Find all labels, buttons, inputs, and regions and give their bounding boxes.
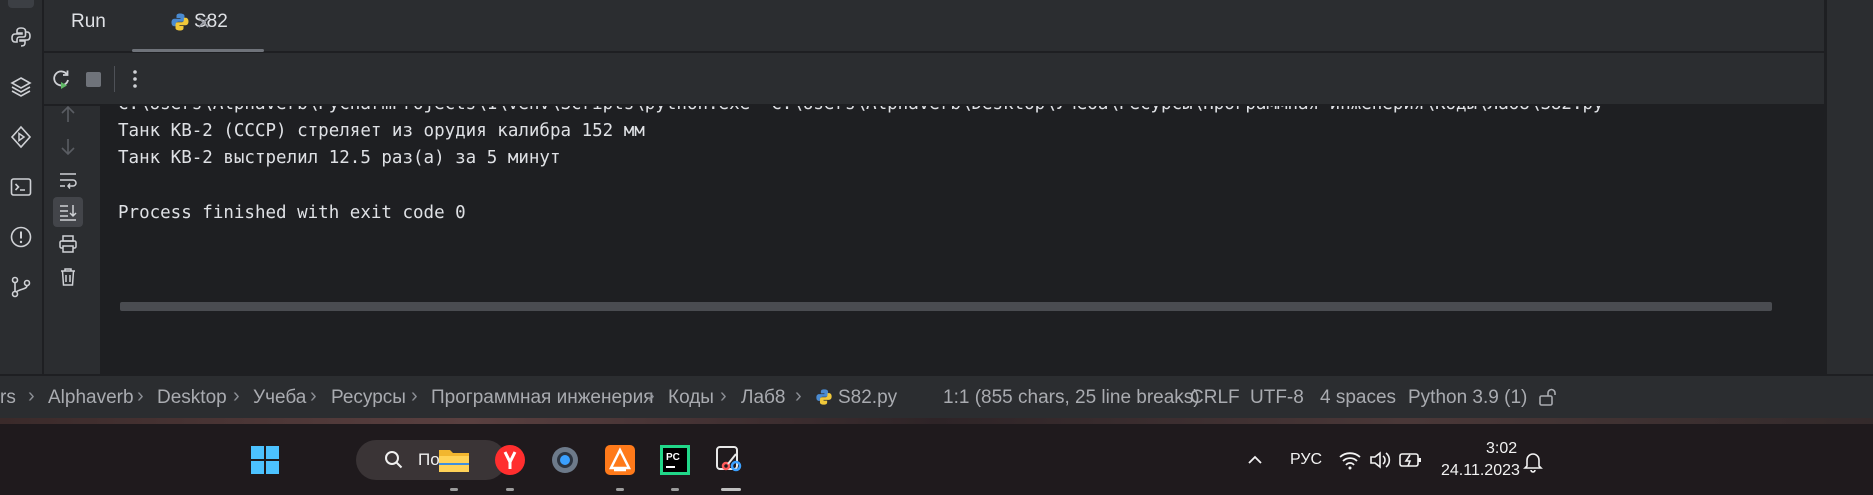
breadcrumb-item[interactable]: Ресурсы (331, 387, 406, 409)
pycharm-icon[interactable]: PC (655, 440, 695, 480)
python-interpreter[interactable]: Python 3.9 (1) (1408, 387, 1527, 409)
yandex-browser-icon[interactable] (490, 440, 530, 480)
clear-icon[interactable] (53, 262, 83, 292)
breadcrumb-item[interactable]: Программная инженерия (431, 387, 654, 409)
chevron-up-icon[interactable] (1245, 450, 1265, 475)
chevron-right-icon: › (310, 385, 317, 407)
strip-top-button[interactable] (8, 0, 34, 8)
run-toolbar (44, 53, 1824, 105)
run-panel-header: Run S82 ✕ (44, 0, 1824, 52)
chevron-right-icon: › (720, 385, 727, 407)
taskbar-search[interactable]: Поиск (356, 440, 506, 480)
volume-icon[interactable] (1368, 449, 1392, 476)
more-icon[interactable] (120, 64, 150, 94)
chevron-right-icon: › (795, 385, 802, 407)
active-indicator (721, 488, 741, 491)
run-panel-title[interactable]: Run (71, 11, 106, 33)
console-line-exit: Process finished with exit code 0 (118, 203, 466, 223)
start-icon[interactable] (245, 440, 285, 480)
right-tool-strip (1826, 0, 1873, 374)
rerun-icon[interactable] (46, 64, 76, 94)
svg-text:PC: PC (666, 452, 680, 463)
breadcrumb-item[interactable]: Лаб8 (741, 387, 786, 409)
terminal-icon[interactable] (6, 172, 36, 202)
indent-setting[interactable]: 4 spaces (1320, 387, 1396, 409)
running-indicator (671, 488, 679, 491)
running-indicator (506, 488, 514, 491)
close-tab-icon[interactable]: ✕ (196, 13, 211, 34)
toolbar-separator (114, 66, 115, 92)
breadcrumb-item[interactable]: rs (0, 387, 16, 409)
battery-charging-icon[interactable] (1398, 449, 1424, 476)
lock-icon[interactable] (1537, 387, 1557, 413)
console-line-command: C:\Users\Alphaverb\PycharmProjects\1\ven… (118, 106, 1614, 114)
breadcrumb-item[interactable]: Учеба (253, 387, 306, 409)
clock-time[interactable]: 3:02 (1486, 440, 1517, 458)
scroll-up-icon[interactable] (53, 99, 83, 129)
chevron-right-icon: › (411, 385, 418, 407)
tab-active-indicator (132, 49, 264, 52)
horizontal-scrollbar[interactable] (120, 302, 1772, 311)
desktop-wallpaper-strip (0, 418, 1873, 424)
app-warning-icon[interactable] (600, 440, 640, 480)
search-icon (384, 450, 404, 475)
keyboard-language[interactable]: РУС (1290, 451, 1322, 469)
python-file-icon (815, 388, 833, 412)
python-file-icon (170, 12, 190, 37)
soft-wrap-icon[interactable] (53, 165, 83, 195)
console-line-output-1: Танк КВ-2 (СССР) стреляет из орудия кали… (118, 121, 645, 141)
running-indicator (616, 488, 624, 491)
python-packages-icon[interactable] (6, 22, 36, 52)
problems-icon[interactable] (6, 222, 36, 252)
console-output[interactable]: C:\Users\Alphaverb\PycharmProjects\1\ven… (100, 106, 1826, 374)
console-gutter (44, 105, 100, 374)
snipping-tool-icon[interactable] (710, 440, 750, 480)
scroll-to-end-icon[interactable] (53, 197, 83, 227)
git-icon[interactable] (6, 272, 36, 302)
layers-icon[interactable] (6, 72, 36, 102)
left-tool-strip (0, 0, 43, 374)
chevron-right-icon: › (648, 385, 655, 407)
file-encoding[interactable]: UTF-8 (1250, 387, 1304, 409)
status-bar: rs › Alphaverb › Desktop › Учеба › Ресур… (0, 375, 1873, 418)
console-line-output-2: Танк КВ-2 выстрелил 12.5 раз(а) за 5 мин… (118, 148, 561, 168)
breadcrumb-item[interactable]: Desktop (157, 387, 227, 409)
wifi-icon[interactable] (1338, 449, 1362, 476)
running-indicator (450, 488, 458, 491)
chevron-right-icon: › (28, 385, 35, 407)
services-icon[interactable] (6, 122, 36, 152)
breadcrumb-item[interactable]: S82.py (838, 387, 897, 409)
ide-window: Run S82 ✕ Танк КВ-2 (СССР) стреляет из о… (0, 0, 1873, 418)
clock-date[interactable]: 24.11.2023 (1441, 462, 1520, 480)
scroll-down-icon[interactable] (53, 132, 83, 162)
chevron-right-icon: › (233, 385, 240, 407)
breadcrumb-item[interactable]: Alphaverb (48, 387, 134, 409)
breadcrumb-item[interactable]: Коды (668, 387, 714, 409)
settings-gear-icon[interactable] (545, 440, 585, 480)
print-icon[interactable] (53, 229, 83, 259)
chevron-right-icon: › (137, 385, 144, 407)
file-explorer-icon[interactable] (434, 440, 474, 480)
notification-bell-icon[interactable] (1523, 451, 1543, 478)
stop-icon[interactable] (78, 64, 108, 94)
caret-position[interactable]: 1:1 (855 chars, 25 line breaks) (943, 387, 1200, 409)
line-ending[interactable]: CRLF (1190, 387, 1240, 409)
